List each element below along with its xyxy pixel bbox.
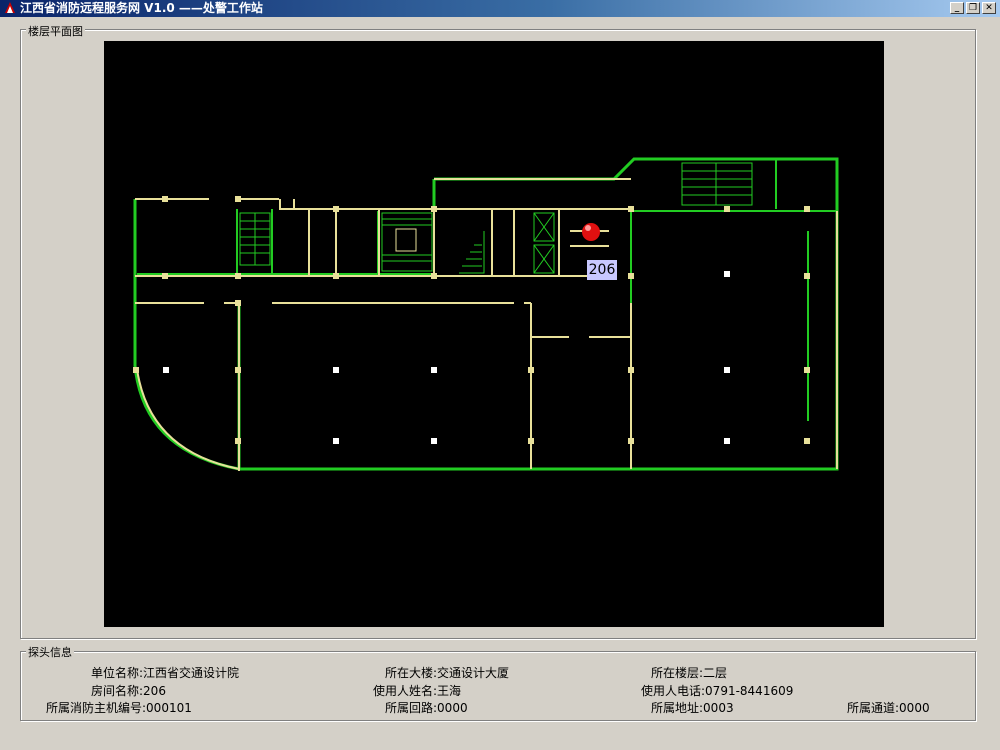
floor-row: 所在楼层:二层	[651, 664, 727, 681]
loop-value: 0000	[437, 701, 468, 715]
address-label: 所属地址:	[651, 701, 704, 715]
window-title: 江西省消防远程服务网 V1.0 ——处警工作站	[20, 1, 263, 15]
alarm-sensor-icon[interactable]	[582, 223, 600, 241]
building-value: 交通设计大厦	[437, 666, 510, 680]
unit-name-row: 单位名称:江西省交通设计院	[91, 664, 239, 681]
host-id-label: 所属消防主机编号:	[46, 701, 147, 715]
building-row: 所在大楼:交通设计大厦	[385, 664, 509, 681]
floor-value: 二层	[703, 666, 728, 680]
floor-plan-label: 楼层平面图	[26, 23, 85, 39]
floor-plan-drawing	[133, 157, 839, 471]
channel-label: 所属通道:	[847, 701, 900, 715]
fire-app-icon	[5, 2, 15, 13]
elevator-shafts	[533, 212, 555, 274]
wall-joints	[133, 196, 810, 444]
close-button[interactable]: ✕	[982, 2, 996, 14]
building-label: 所在大楼:	[385, 666, 438, 680]
user-phone-row: 使用人电话:0791-8441609	[641, 682, 793, 699]
restore-button[interactable]: ❐	[966, 2, 980, 14]
host-id-row: 所属消防主机编号:000101	[46, 699, 192, 716]
channel-value: 0000	[899, 701, 930, 715]
user-phone-value: 0791-8441609	[705, 684, 794, 698]
room-name-label: 房间名称:	[91, 684, 144, 698]
room-name-row: 房间名称:206	[91, 682, 166, 699]
floor-label: 所在楼层:	[651, 666, 704, 680]
address-row: 所属地址:0003	[651, 699, 734, 716]
address-value: 0003	[703, 701, 734, 715]
stairs-left	[239, 212, 271, 266]
stairs-top-right	[681, 162, 753, 206]
column-dots	[163, 271, 730, 444]
unit-name-value: 江西省交通设计院	[143, 666, 240, 680]
user-phone-label: 使用人电话:	[641, 684, 706, 698]
room-name-value: 206	[143, 684, 166, 698]
user-name-value: 王海	[437, 684, 462, 698]
loop-row: 所属回路:0000	[385, 699, 468, 716]
user-name-label: 使用人姓名:	[373, 684, 438, 698]
stairs-middle	[381, 212, 433, 272]
room-label-206[interactable]: 206	[587, 260, 617, 280]
stairs-small	[459, 231, 485, 274]
loop-label: 所属回路:	[385, 701, 438, 715]
unit-name-label: 单位名称:	[91, 666, 144, 680]
host-id-value: 000101	[146, 701, 192, 715]
minimize-button[interactable]: _	[950, 2, 964, 14]
user-name-row: 使用人姓名:王海	[373, 682, 461, 699]
floor-plan-canvas[interactable]: 206	[104, 41, 884, 627]
title-bar: 江西省消防远程服务网 V1.0 ——处警工作站 _ ❐ ✕	[0, 0, 1000, 17]
probe-info-label: 探头信息	[26, 644, 74, 660]
channel-row: 所属通道:0000	[847, 699, 930, 716]
